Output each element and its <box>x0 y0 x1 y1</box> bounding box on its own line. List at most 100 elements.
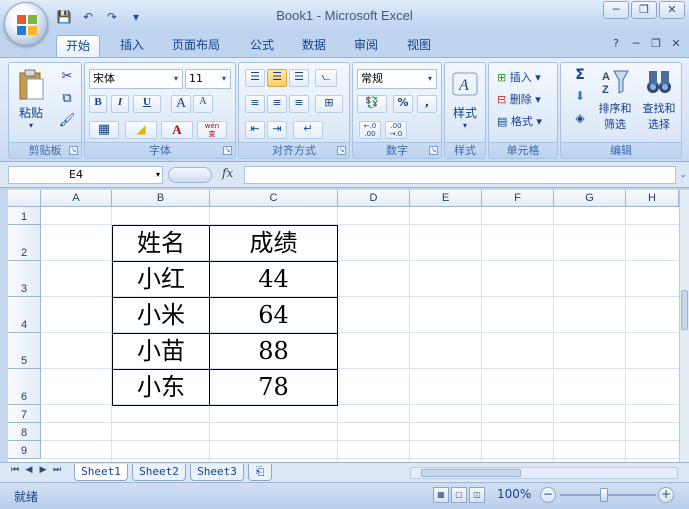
first-sheet-icon[interactable]: ⏮ <box>10 465 20 475</box>
column-header-c[interactable]: C <box>210 190 338 207</box>
styles-button[interactable]: A 样式 ▾ <box>447 67 483 137</box>
workbook-close-button[interactable]: ✕ <box>669 37 683 50</box>
zoom-slider[interactable] <box>560 494 656 496</box>
border-icon[interactable]: ▦ <box>89 121 119 139</box>
increase-indent-icon[interactable]: ⇥ <box>267 121 287 139</box>
page-break-view-icon[interactable]: ◫ <box>469 487 485 503</box>
copy-icon[interactable]: ⧉ <box>57 91 77 109</box>
workbook-minimize-button[interactable]: ─ <box>629 37 643 50</box>
tab-home[interactable]: 开始 <box>56 35 100 57</box>
tab-data[interactable]: 数据 <box>292 35 336 57</box>
insert-sheet-icon[interactable]: ⎗ <box>248 464 272 481</box>
table-cell-score[interactable]: 88 <box>209 333 338 370</box>
row-header-2[interactable]: 2 <box>8 225 41 261</box>
workbook-restore-button[interactable]: ❐ <box>649 37 663 50</box>
font-launcher-icon[interactable]: ↘ <box>223 146 232 155</box>
formula-input[interactable] <box>244 166 676 184</box>
column-header-g[interactable]: G <box>554 190 626 207</box>
tab-view[interactable]: 视图 <box>397 35 441 57</box>
last-sheet-icon[interactable]: ⏭ <box>52 465 62 475</box>
format-painter-icon[interactable]: 🖌 <box>57 113 77 131</box>
font-size-combo[interactable]: 11 ▾ <box>185 69 231 89</box>
phonetic-guide-icon[interactable]: wén 变 <box>197 121 227 139</box>
wrap-text-icon[interactable]: ↵ <box>293 121 323 139</box>
row-header-7[interactable]: 7 <box>8 405 41 423</box>
tab-page-layout[interactable]: 页面布局 <box>166 35 226 57</box>
decrease-decimal-button[interactable]: .00 →.0 <box>385 121 407 139</box>
sort-filter-button[interactable]: A Z 排序和 筛选 <box>595 67 635 141</box>
table-cell-name[interactable]: 小米 <box>112 297 210 334</box>
currency-format-icon[interactable]: 💱 <box>357 95 387 113</box>
find-select-button[interactable]: 查找和 选择 <box>639 67 679 141</box>
column-header-h[interactable]: H <box>626 190 679 207</box>
close-button[interactable]: ✕ <box>659 1 685 19</box>
alignment-launcher-icon[interactable]: ↘ <box>337 146 346 155</box>
align-top-icon[interactable]: ☰ <box>245 69 265 87</box>
grow-font-button[interactable]: A <box>171 95 191 113</box>
sheet-tab-3[interactable]: Sheet3 <box>190 464 244 481</box>
vertical-scroll-thumb[interactable] <box>681 290 688 330</box>
column-header-d[interactable]: D <box>338 190 410 207</box>
merge-center-icon[interactable]: ⊞ <box>315 95 343 113</box>
delete-cells-button[interactable]: ⊟ 删除 ▾ <box>497 91 541 107</box>
row-header-4[interactable]: 4 <box>8 297 41 333</box>
number-launcher-icon[interactable]: ↘ <box>429 146 438 155</box>
align-left-icon[interactable]: ≡ <box>245 95 265 113</box>
insert-cells-button[interactable]: ⊞ 插入 ▾ <box>497 69 541 85</box>
minimize-button[interactable]: ─ <box>603 1 629 19</box>
row-header-3[interactable]: 3 <box>8 261 41 297</box>
insert-function-icon[interactable]: fx <box>222 166 233 180</box>
clipboard-launcher-icon[interactable]: ↘ <box>69 146 78 155</box>
worksheet-grid[interactable]: A B C D E F G H 1 2 3 4 5 6 7 8 9 姓名 成绩 … <box>8 190 679 462</box>
fill-color-icon[interactable]: ◢ <box>125 121 157 139</box>
format-cells-button[interactable]: ▤ 格式 ▾ <box>497 113 542 129</box>
align-right-icon[interactable]: ≡ <box>289 95 309 113</box>
zoom-out-button[interactable]: − <box>540 487 556 503</box>
column-header-b[interactable]: B <box>112 190 210 207</box>
fill-down-icon[interactable]: ⬇ <box>567 89 593 107</box>
comma-style-button[interactable]: , <box>417 95 437 113</box>
decrease-indent-icon[interactable]: ⇤ <box>245 121 265 139</box>
bold-button[interactable]: B <box>89 95 107 113</box>
tab-insert[interactable]: 插入 <box>110 35 154 57</box>
align-bottom-icon[interactable]: ☰ <box>289 69 309 87</box>
font-color-button[interactable]: A <box>161 121 193 139</box>
paste-button[interactable]: 粘贴 ▾ <box>13 67 49 137</box>
clear-icon[interactable]: ◈ <box>567 111 593 129</box>
column-header-e[interactable]: E <box>410 190 482 207</box>
table-header-score[interactable]: 成绩 <box>209 225 338 262</box>
table-header-name[interactable]: 姓名 <box>112 225 210 262</box>
zoom-level[interactable]: 100% <box>497 487 531 501</box>
table-cell-score[interactable]: 78 <box>209 369 338 406</box>
increase-decimal-button[interactable]: ←.0 .00 <box>359 121 381 139</box>
autosum-icon[interactable]: Σ <box>567 67 593 85</box>
prev-sheet-icon[interactable]: ◀ <box>24 465 34 475</box>
orientation-icon[interactable]: ⦦ <box>315 69 337 87</box>
row-header-9[interactable]: 9 <box>8 441 41 459</box>
percent-style-button[interactable]: % <box>393 95 413 113</box>
name-box[interactable]: E4 ▾ <box>8 166 163 184</box>
vertical-scrollbar[interactable] <box>679 190 689 462</box>
horizontal-scroll-thumb[interactable] <box>421 469 521 477</box>
select-all-corner[interactable] <box>8 190 41 207</box>
column-header-a[interactable]: A <box>41 190 112 207</box>
zoom-slider-thumb[interactable] <box>600 488 608 502</box>
table-cell-name[interactable]: 小红 <box>112 261 210 298</box>
sheet-tab-2[interactable]: Sheet2 <box>132 464 186 481</box>
align-middle-icon[interactable]: ☰ <box>267 69 287 87</box>
table-cell-score[interactable]: 64 <box>209 297 338 334</box>
sheet-tab-1[interactable]: Sheet1 <box>74 464 128 481</box>
number-format-combo[interactable]: 常规 ▾ <box>357 69 437 89</box>
cut-icon[interactable]: ✂ <box>57 69 77 87</box>
expand-formula-bar-icon[interactable]: ⌄ <box>678 166 688 184</box>
zoom-in-button[interactable]: + <box>658 487 674 503</box>
row-header-6[interactable]: 6 <box>8 369 41 405</box>
normal-view-icon[interactable]: ▦ <box>433 487 449 503</box>
formula-cancel-enter-pill[interactable] <box>168 167 212 183</box>
maximize-button[interactable]: ❐ <box>631 1 657 19</box>
horizontal-scrollbar[interactable] <box>410 467 678 479</box>
shrink-font-button[interactable]: A <box>193 95 213 113</box>
row-header-8[interactable]: 8 <box>8 423 41 441</box>
row-header-5[interactable]: 5 <box>8 333 41 369</box>
table-cell-name[interactable]: 小苗 <box>112 333 210 370</box>
